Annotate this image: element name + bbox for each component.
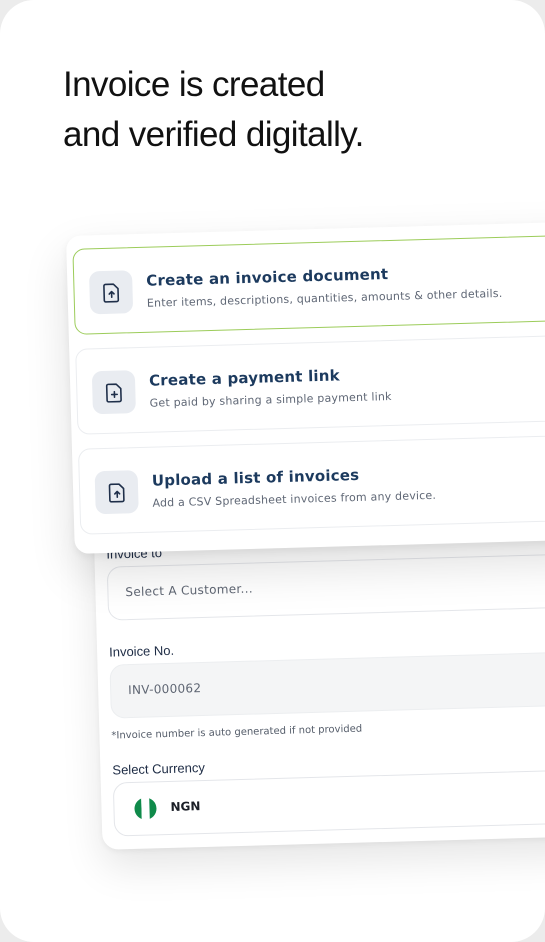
headline: Invoice is created and verified digitall… xyxy=(63,60,503,160)
currency-value: NGN xyxy=(170,799,201,814)
option-title: Upload a list of invoices xyxy=(151,465,360,490)
headline-line-1: Invoice is created xyxy=(63,65,325,104)
headline-line-2: and verified digitally. xyxy=(63,115,364,154)
invoice-no-label: Invoice No. xyxy=(108,642,175,660)
customer-select[interactable]: Select A Customer... xyxy=(106,553,545,621)
option-create-invoice[interactable]: Create an invoice document Enter items, … xyxy=(72,234,545,335)
file-plus-icon xyxy=(91,370,136,415)
invoice-no-input[interactable]: INV-000062 xyxy=(109,651,545,719)
option-title: Create a payment link xyxy=(148,366,341,390)
option-subtitle: Add a CSV Spreadsheet invoices from any … xyxy=(152,488,437,510)
nigeria-flag-icon xyxy=(134,797,157,820)
app-screen: Invoice is created and verified digitall… xyxy=(0,0,545,942)
invoice-no-note: *Invoice number is auto generated if not… xyxy=(111,723,363,742)
invoice-options-card: Create an invoice document Enter items, … xyxy=(66,221,545,554)
customer-select-placeholder: Select A Customer... xyxy=(125,581,254,600)
option-payment-link[interactable]: Create a payment link Get paid by sharin… xyxy=(75,334,545,435)
currency-select[interactable]: NGN xyxy=(112,769,545,837)
invoice-no-value: INV-000062 xyxy=(127,681,202,698)
currency-label: Select Currency xyxy=(112,759,206,778)
file-upload-icon xyxy=(94,470,139,515)
option-subtitle: Enter items, descriptions, quantities, a… xyxy=(146,286,503,310)
option-title: Create an invoice document xyxy=(146,265,389,290)
option-upload-invoices[interactable]: Upload a list of invoices Add a CSV Spre… xyxy=(77,434,545,535)
file-upload-icon xyxy=(88,270,134,315)
option-subtitle: Get paid by sharing a simple payment lin… xyxy=(149,389,392,410)
